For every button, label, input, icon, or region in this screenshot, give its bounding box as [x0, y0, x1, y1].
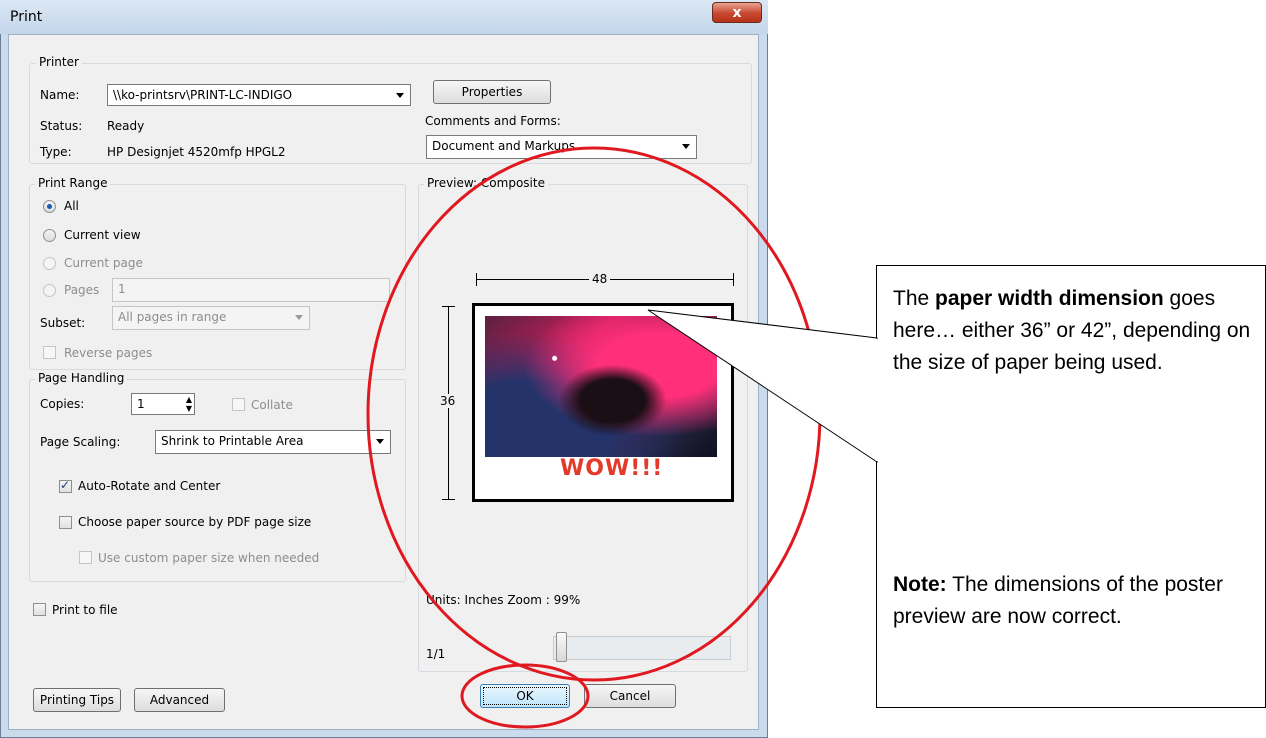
- callout-pointer: [647, 309, 878, 463]
- preview-highlight-ellipse: [366, 146, 822, 682]
- ok-button-highlight-ellipse: [460, 663, 590, 729]
- annotation-overlay: [366, 146, 879, 729]
